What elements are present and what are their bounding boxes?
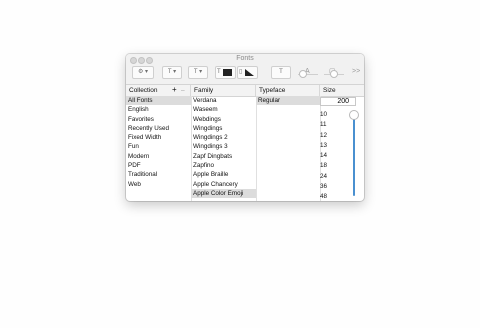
family-item[interactable]: Zapfino <box>191 161 256 170</box>
size-item[interactable]: 12 <box>320 131 346 141</box>
collection-item[interactable]: PDF <box>126 161 191 170</box>
strikethrough-menu-button[interactable]: T ▾ <box>188 66 208 79</box>
collection-item[interactable]: Traditional <box>126 170 191 179</box>
size-item[interactable]: 14 <box>320 151 346 161</box>
family-header: Family <box>191 85 256 96</box>
underline-menu-button[interactable]: T ▾ <box>162 66 182 79</box>
collection-list: All Fonts English Favorites Recently Use… <box>126 96 192 201</box>
add-collection-button[interactable]: + <box>172 84 177 95</box>
size-slider[interactable] <box>353 114 355 196</box>
family-item[interactable]: Apple Chancery <box>191 180 256 189</box>
family-item[interactable]: Webdings <box>191 115 256 124</box>
collection-header: Collection + – <box>126 85 191 96</box>
text-color-button[interactable]: T <box>215 66 236 79</box>
typeface-header: Typeface <box>256 85 320 96</box>
family-item[interactable]: Wingdings <box>191 124 256 133</box>
action-menu-button[interactable]: ⚙ ▾ <box>132 66 154 79</box>
collection-item[interactable]: Modern <box>126 152 191 161</box>
family-item[interactable]: Zapf Dingbats <box>191 152 256 161</box>
family-item[interactable]: Verdana <box>191 96 256 105</box>
collection-item[interactable]: English <box>126 105 191 114</box>
family-item[interactable]: Apple Braille <box>191 170 256 179</box>
size-item[interactable]: 13 <box>320 141 346 151</box>
collection-item[interactable]: Fun <box>126 142 191 151</box>
document-color-swatch <box>245 69 254 76</box>
document-color-button[interactable]: ▯ <box>237 66 258 79</box>
collection-item[interactable]: Recently Used <box>126 124 191 133</box>
toolbar-overflow-button[interactable]: >> <box>352 65 360 78</box>
size-item[interactable]: 18 <box>320 161 346 171</box>
size-item[interactable]: 48 <box>320 192 346 201</box>
size-item[interactable]: 24 <box>320 172 346 182</box>
size-item[interactable]: 36 <box>320 182 346 192</box>
family-item[interactable]: Wingdings 2 <box>191 133 256 142</box>
family-item[interactable]: Waseem <box>191 105 256 114</box>
size-item[interactable]: 11 <box>320 120 346 130</box>
size-list: 10 11 12 13 14 18 24 36 48 <box>320 110 346 201</box>
collection-item[interactable]: Web <box>126 180 191 189</box>
window-title: Fonts <box>236 55 254 62</box>
text-color-label: T <box>217 69 221 75</box>
text-color-swatch <box>223 69 232 76</box>
typeface-item[interactable]: Regular <box>256 96 320 106</box>
remove-collection-button[interactable]: – <box>181 85 185 96</box>
document-icon: ▯ <box>239 69 243 75</box>
collection-item[interactable]: All Fonts <box>126 96 191 106</box>
size-header: Size <box>323 87 336 94</box>
typeface-list: Regular <box>256 96 321 201</box>
family-list: Verdana Waseem Webdings Wingdings Wingdi… <box>191 96 257 201</box>
family-item[interactable]: Wingdings 3 <box>191 142 256 151</box>
family-item[interactable]: Apple Color Emoji <box>191 188 256 199</box>
shadow-opacity-knob[interactable] <box>299 70 307 78</box>
fonts-window: Fonts ⚙ ▾ T ▾ T ▾ T ▯ T A ▢ >> Collectio… <box>126 54 364 201</box>
text-shadow-button[interactable]: T <box>271 66 291 79</box>
size-slider-knob[interactable] <box>349 110 359 120</box>
collection-header-label: Collection <box>129 87 158 94</box>
size-input[interactable] <box>320 97 356 106</box>
collection-item[interactable]: Favorites <box>126 115 191 124</box>
title-bar: Fonts ⚙ ▾ T ▾ T ▾ T ▯ T A ▢ >> <box>126 54 364 85</box>
shadow-blur-knob[interactable] <box>330 70 338 78</box>
collection-item[interactable]: Fixed Width <box>126 133 191 142</box>
size-item[interactable]: 10 <box>320 110 346 120</box>
